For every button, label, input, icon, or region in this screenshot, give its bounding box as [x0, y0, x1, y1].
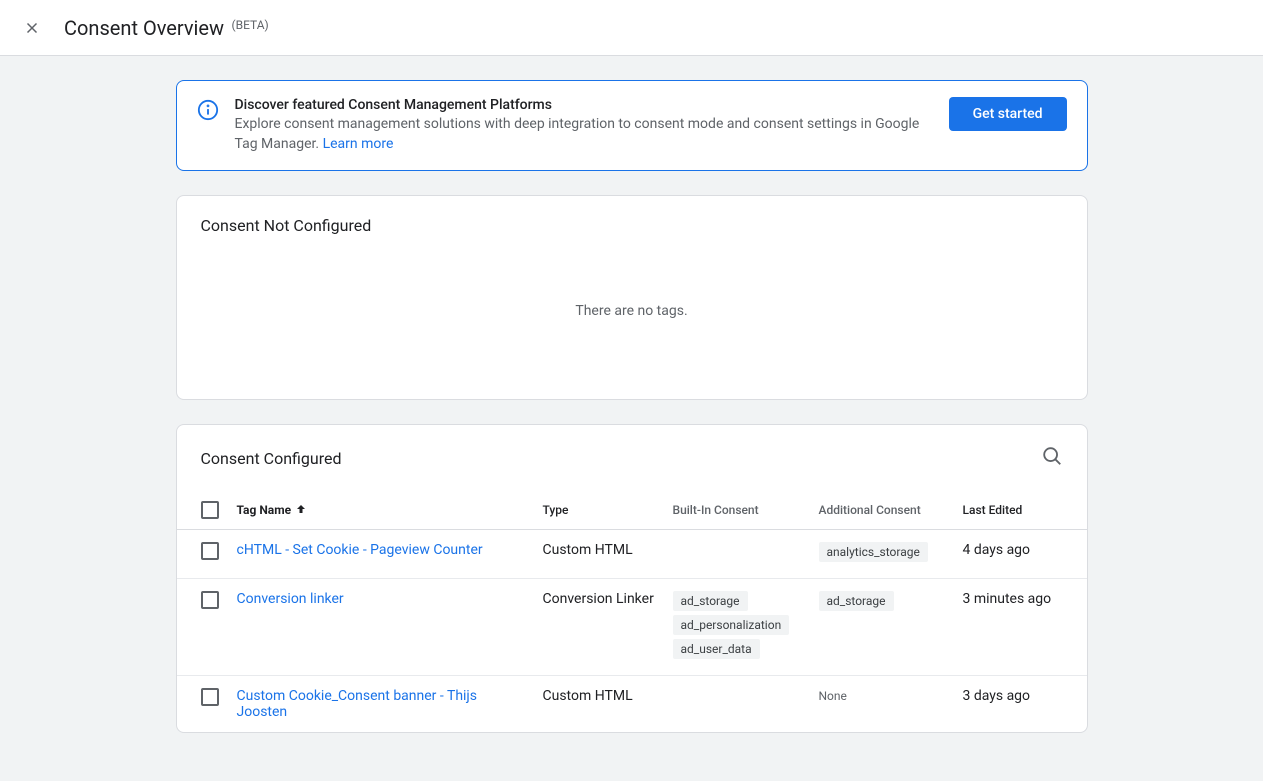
info-text: Discover featured Consent Management Pla… [235, 97, 933, 154]
last-edited: 4 days ago [963, 542, 1063, 558]
page-title: Consent Overview [64, 16, 224, 40]
table-body: cHTML - Set Cookie - Pageview Counter Cus… [177, 530, 1087, 732]
get-started-button[interactable]: Get started [949, 97, 1067, 131]
card-header: Consent Configured [177, 425, 1087, 491]
select-all-checkbox[interactable] [201, 501, 219, 519]
not-configured-title: Consent Not Configured [201, 216, 372, 235]
additional-consent: analytics_storage [819, 542, 963, 566]
tag-type: Custom HTML [543, 542, 673, 558]
none-text: None [819, 689, 847, 703]
header-bar: Consent Overview (BETA) [0, 0, 1263, 56]
banner-title: Discover featured Consent Management Pla… [235, 97, 933, 113]
column-builtin[interactable]: Built-In Consent [673, 503, 819, 517]
empty-state: There are no tags. [177, 255, 1087, 399]
beta-badge: (BETA) [232, 18, 269, 32]
consent-chip: analytics_storage [819, 542, 928, 562]
tag-link[interactable]: Custom Cookie_Consent banner - Thijs Joo… [237, 688, 478, 720]
tag-type: Custom HTML [543, 688, 673, 704]
consent-chip: ad_user_data [673, 639, 760, 659]
learn-more-link[interactable]: Learn more [323, 136, 394, 152]
additional-consent: ad_storage [819, 591, 963, 615]
configured-title: Consent Configured [201, 449, 342, 468]
info-icon [197, 99, 219, 125]
row-checkbox[interactable] [201, 688, 219, 706]
column-additional[interactable]: Additional Consent [819, 503, 963, 517]
not-configured-card: Consent Not Configured There are no tags… [176, 195, 1088, 400]
table-row: cHTML - Set Cookie - Pageview Counter Cus… [177, 530, 1087, 579]
sort-arrow-up-icon [295, 503, 307, 518]
banner-description: Explore consent management solutions wit… [235, 115, 933, 154]
consent-chip: ad_personalization [673, 615, 790, 635]
close-icon[interactable] [20, 16, 44, 40]
table-header: Tag Name Type Built-In Consent Additiona… [177, 491, 1087, 530]
table-row: Conversion linkerConversion Linkerad_sto… [177, 579, 1087, 676]
info-banner: Discover featured Consent Management Pla… [176, 80, 1088, 171]
page-title-wrap: Consent Overview (BETA) [64, 16, 269, 40]
tag-link[interactable]: Conversion linker [237, 591, 344, 607]
configured-card: Consent Configured Tag Name Type Built-I… [176, 424, 1088, 733]
table-row: Custom Cookie_Consent banner - Thijs Joo… [177, 676, 1087, 732]
column-name[interactable]: Tag Name [237, 503, 543, 518]
row-checkbox[interactable] [201, 591, 219, 609]
search-icon[interactable] [1041, 445, 1063, 471]
tag-link[interactable]: cHTML - Set Cookie - Pageview Counter [237, 542, 483, 558]
column-type[interactable]: Type [543, 503, 673, 517]
last-edited: 3 minutes ago [963, 591, 1063, 607]
consent-chip: ad_storage [819, 591, 894, 611]
card-header: Consent Not Configured [177, 196, 1087, 255]
consent-chip: ad_storage [673, 591, 748, 611]
column-edited[interactable]: Last Edited [963, 503, 1063, 517]
builtin-consent: ad_storage ad_personalization ad_user_data [673, 591, 819, 663]
additional-consent: None [819, 688, 963, 704]
last-edited: 3 days ago [963, 688, 1063, 704]
tag-type: Conversion Linker [543, 591, 673, 607]
row-checkbox[interactable] [201, 542, 219, 560]
